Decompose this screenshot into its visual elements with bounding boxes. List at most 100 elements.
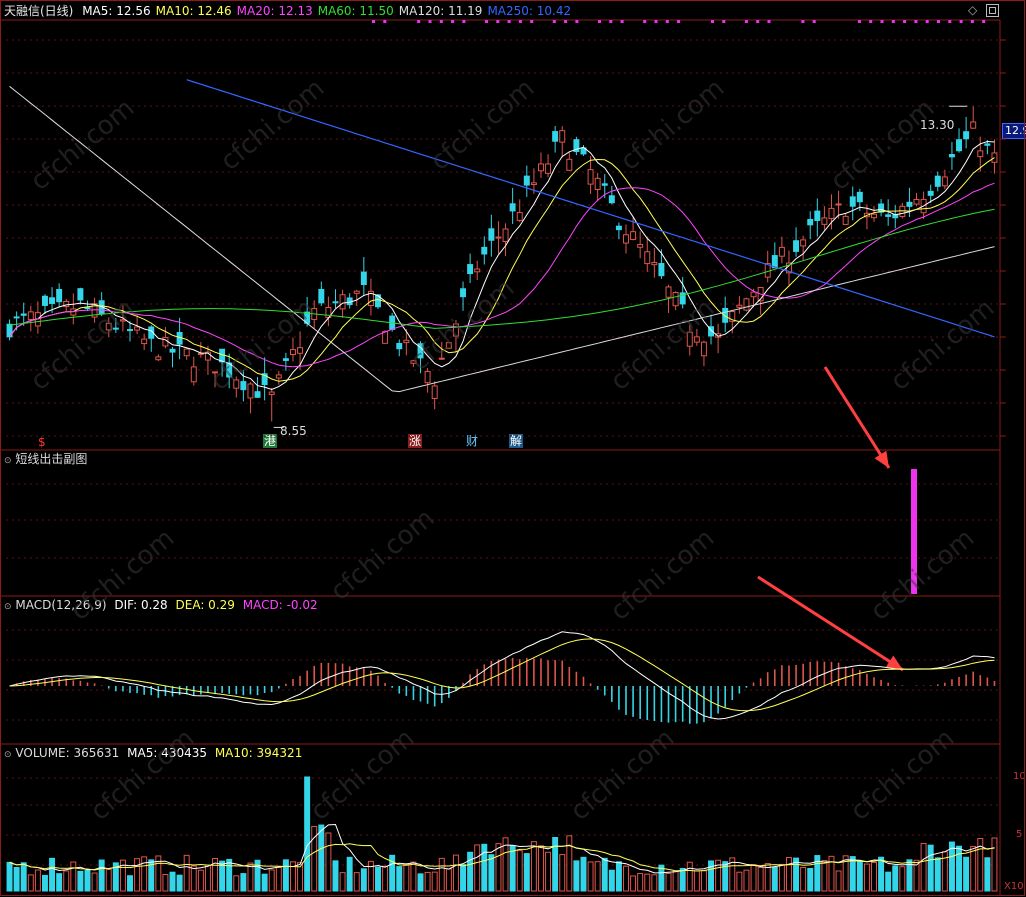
candle-body [332,301,339,304]
candle-body [970,121,977,129]
candle-body [913,199,920,205]
volume-bar [282,859,289,892]
candle-body [190,366,197,383]
macd-dif-line [9,631,995,720]
volume-bar [424,871,431,892]
volume-bar [360,868,367,892]
signal-dot [564,20,568,23]
signal-dot [507,20,511,23]
candle-body [885,214,892,217]
volume-bar [162,873,169,892]
volume-bar [49,857,56,892]
candle-body [956,139,963,152]
candle-body [105,322,112,331]
volume-bar [956,845,963,892]
candle-body [516,212,523,221]
candle-body [155,356,162,361]
candle-body [49,297,56,304]
volume-bar [665,872,672,892]
volume-bar [247,862,254,892]
signal-bar [911,469,917,594]
signal-dot [756,20,760,23]
volume-bar [771,866,778,892]
candle-body [644,251,651,265]
candle-body [700,341,707,357]
volume-bar [332,860,339,892]
volume-bar [304,776,311,892]
candle-body [977,150,984,158]
candle-body [743,298,750,311]
volume-bar [445,868,452,892]
candle-body [934,175,941,187]
volume-bar [91,872,98,892]
candle-body [828,207,835,219]
volume-bar [183,854,190,892]
candle-body [871,213,877,219]
volume-bar [77,870,84,892]
candle-body [169,348,176,353]
volume-bar [481,843,488,892]
signal-dot [744,20,748,23]
candle-body [800,239,807,247]
candle-body [77,288,84,301]
candle-body [445,342,452,349]
candle-body [927,190,934,196]
signal-dot [891,20,895,23]
volume-bar [353,872,360,892]
candle-body [686,331,693,347]
volume-bar [580,856,587,892]
candle-body [474,268,481,273]
volume-bar [693,870,700,892]
volume-bar [637,872,644,892]
signal-dot [914,20,918,23]
candle-body [127,329,133,332]
volume-bar [509,845,516,892]
candle-body [403,339,410,344]
macd-dea-line [9,638,995,712]
volume-bar [134,858,141,892]
candle-body [842,215,849,225]
signal-dot [722,20,726,23]
candle-body [212,371,219,374]
volume-bar [127,875,133,892]
candle-body [254,391,261,398]
candle-body [134,326,141,331]
candle-body [984,143,991,146]
chart-frame [0,0,1025,896]
volume-bar [516,850,523,892]
volume-bar [240,873,247,892]
candle-body [410,360,417,364]
volume-bar [587,861,594,892]
signal-dot [959,20,963,23]
candle-body [183,348,190,357]
volume-bar [495,843,502,892]
signal-dot [903,20,907,23]
candle-body [552,131,559,142]
candle-body [119,319,126,322]
volume-bar [20,862,27,892]
candle-body [807,219,814,226]
volume-bar [934,857,941,892]
signal-dot [812,20,816,23]
volume-bar [814,855,821,892]
signal-dot [767,20,771,23]
volume-bar [56,873,63,892]
signal-dot [711,20,714,23]
signal-dot [518,20,522,23]
volume-bar [601,857,608,892]
volume-bar [686,861,693,892]
chart-canvas[interactable] [0,0,1026,897]
candle-body [233,379,240,389]
candle-body [594,177,601,190]
candle-body [396,342,403,350]
volume-bar [367,860,374,892]
signal-dot [937,20,940,23]
volume-bar [141,856,148,892]
volume-bar [537,845,544,892]
candle-body [162,337,169,347]
signal-dot [665,20,669,23]
candle-body [20,313,27,316]
candle-body [240,381,247,391]
candle-body [615,225,622,231]
candle-body [559,130,566,143]
